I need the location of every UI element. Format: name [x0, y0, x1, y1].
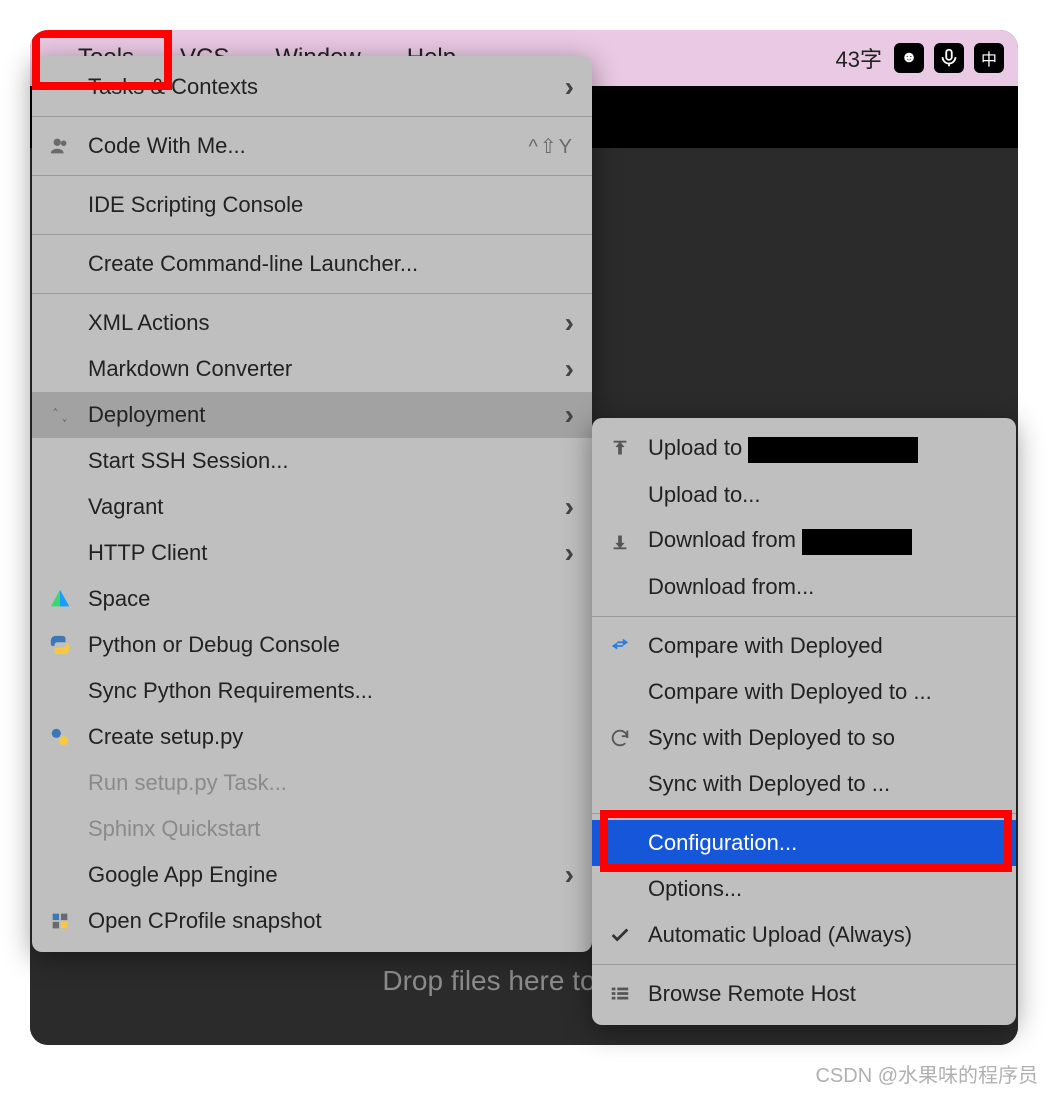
menu-item-label: Start SSH Session... [88, 448, 574, 474]
chevron-right-icon: › [565, 399, 574, 431]
compare-icon [606, 635, 634, 657]
menu-item-label: Google App Engine [88, 862, 551, 888]
menu-item-label: Compare with Deployed to ... [648, 679, 998, 705]
separator [32, 175, 592, 176]
menu-item-label: Upload to... [648, 482, 998, 508]
menu-item-label: Code With Me... [88, 133, 515, 159]
updown-icon [46, 404, 74, 426]
menu-item-label: IDE Scripting Console [88, 192, 574, 218]
tools-item-markdown-converter[interactable]: Markdown Converter › [32, 346, 592, 392]
menu-item-label: Sphinx Quickstart [88, 816, 574, 842]
chevron-right-icon: › [565, 859, 574, 891]
tools-item-http-client[interactable]: HTTP Client › [32, 530, 592, 576]
tools-item-python-or-debug-console[interactable]: Python or Debug Console [32, 622, 592, 668]
deployment-item-upload-to[interactable]: Upload to [592, 426, 1016, 472]
menu-item-label: Tasks & Contexts [88, 74, 551, 100]
redacted-text [748, 437, 918, 463]
separator [592, 813, 1016, 814]
tools-item-space[interactable]: Space [32, 576, 592, 622]
list-icon [606, 983, 634, 1005]
people-icon [46, 135, 74, 157]
tools-item-start-ssh-session[interactable]: Start SSH Session... [32, 438, 592, 484]
tools-item-sphinx-quickstart: Sphinx Quickstart [32, 806, 592, 852]
menu-item-label: Options... [648, 876, 998, 902]
upload-icon [606, 438, 634, 460]
chevron-right-icon: › [565, 491, 574, 523]
profile-icon [46, 910, 74, 932]
menu-item-label: Sync with Deployed to ... [648, 771, 998, 797]
space-icon [46, 588, 74, 610]
menu-item-label: Browse Remote Host [648, 981, 998, 1007]
deployment-item-compare-with-deployed-to[interactable]: Compare with Deployed to ... [592, 669, 1016, 715]
chevron-right-icon: › [565, 71, 574, 103]
menu-item-label: Upload to [648, 435, 998, 462]
ime-icon[interactable]: 中 [974, 43, 1004, 73]
chevron-right-icon: › [565, 307, 574, 339]
separator [32, 116, 592, 117]
deployment-item-download-from[interactable]: Download from... [592, 564, 1016, 610]
menu-item-label: Markdown Converter [88, 356, 551, 382]
menu-item-label: Automatic Upload (Always) [648, 922, 998, 948]
deployment-item-sync-with-deployed-to-so[interactable]: Sync with Deployed to so [592, 715, 1016, 761]
menu-item-label: Sync with Deployed to so [648, 725, 998, 751]
tools-item-open-cprofile-snapshot[interactable]: Open CProfile snapshot [32, 898, 592, 944]
menu-item-label: XML Actions [88, 310, 551, 336]
tools-item-ide-scripting-console[interactable]: IDE Scripting Console [32, 182, 592, 228]
deployment-item-automatic-upload-always[interactable]: Automatic Upload (Always) [592, 912, 1016, 958]
deployment-submenu: Upload to Upload to... Download from Down… [592, 418, 1016, 1025]
chevron-right-icon: › [565, 353, 574, 385]
deployment-item-sync-with-deployed-to[interactable]: Sync with Deployed to ... [592, 761, 1016, 807]
menu-item-label: Configuration... [648, 830, 998, 856]
menu-item-label: Open CProfile snapshot [88, 908, 574, 934]
deployment-item-compare-with-deployed[interactable]: Compare with Deployed [592, 623, 1016, 669]
tools-item-xml-actions[interactable]: XML Actions › [32, 300, 592, 346]
python-small-icon [46, 726, 74, 748]
separator [32, 234, 592, 235]
deployment-item-download-from[interactable]: Download from [592, 518, 1016, 564]
menu-item-label: Create Command-line Launcher... [88, 251, 574, 277]
download-icon [606, 530, 634, 552]
menu-item-label: Download from... [648, 574, 998, 600]
menu-item-label: Compare with Deployed [648, 633, 998, 659]
check-icon [606, 924, 634, 946]
deployment-item-upload-to[interactable]: Upload to... [592, 472, 1016, 518]
tools-item-create-command-line-launcher[interactable]: Create Command-line Launcher... [32, 241, 592, 287]
menu-item-label: Sync Python Requirements... [88, 678, 574, 704]
tools-dropdown: Tasks & Contexts › Code With Me... ^⇧Y IDE S… [32, 56, 592, 952]
menu-item-label: Space [88, 586, 574, 612]
ime-char-count: 43字 [836, 42, 882, 74]
menu-item-label: Vagrant [88, 494, 551, 520]
menu-item-label: Python or Debug Console [88, 632, 574, 658]
menu-item-label: HTTP Client [88, 540, 551, 566]
tools-item-google-app-engine[interactable]: Google App Engine › [32, 852, 592, 898]
separator [32, 293, 592, 294]
deployment-item-options[interactable]: Options... [592, 866, 1016, 912]
sync-icon [606, 727, 634, 749]
python-icon [46, 634, 74, 656]
deployment-item-browse-remote-host[interactable]: Browse Remote Host [592, 971, 1016, 1017]
tools-item-vagrant[interactable]: Vagrant › [32, 484, 592, 530]
tools-item-run-setup-py-task: Run setup.py Task... [32, 760, 592, 806]
tools-item-create-setup-py[interactable]: Create setup.py [32, 714, 592, 760]
deployment-item-configuration[interactable]: Configuration... [592, 820, 1016, 866]
smiley-icon[interactable]: ☻ [894, 43, 924, 73]
tools-item-tasks-contexts[interactable]: Tasks & Contexts › [32, 64, 592, 110]
menu-item-label: Create setup.py [88, 724, 574, 750]
separator [592, 964, 1016, 965]
menu-item-label: Deployment [88, 402, 551, 428]
tools-item-deployment[interactable]: Deployment › [32, 392, 592, 438]
menu-item-label: Run setup.py Task... [88, 770, 574, 796]
redacted-text [802, 529, 912, 555]
separator [592, 616, 1016, 617]
watermark: CSDN @水果味的程序员 [815, 1059, 1038, 1088]
mic-icon[interactable] [934, 43, 964, 73]
tools-item-code-with-me[interactable]: Code With Me... ^⇧Y [32, 123, 592, 169]
menu-shortcut: ^⇧Y [529, 134, 574, 159]
chevron-right-icon: › [565, 537, 574, 569]
menu-item-label: Download from [648, 527, 998, 554]
tools-item-sync-python-requirements[interactable]: Sync Python Requirements... [32, 668, 592, 714]
